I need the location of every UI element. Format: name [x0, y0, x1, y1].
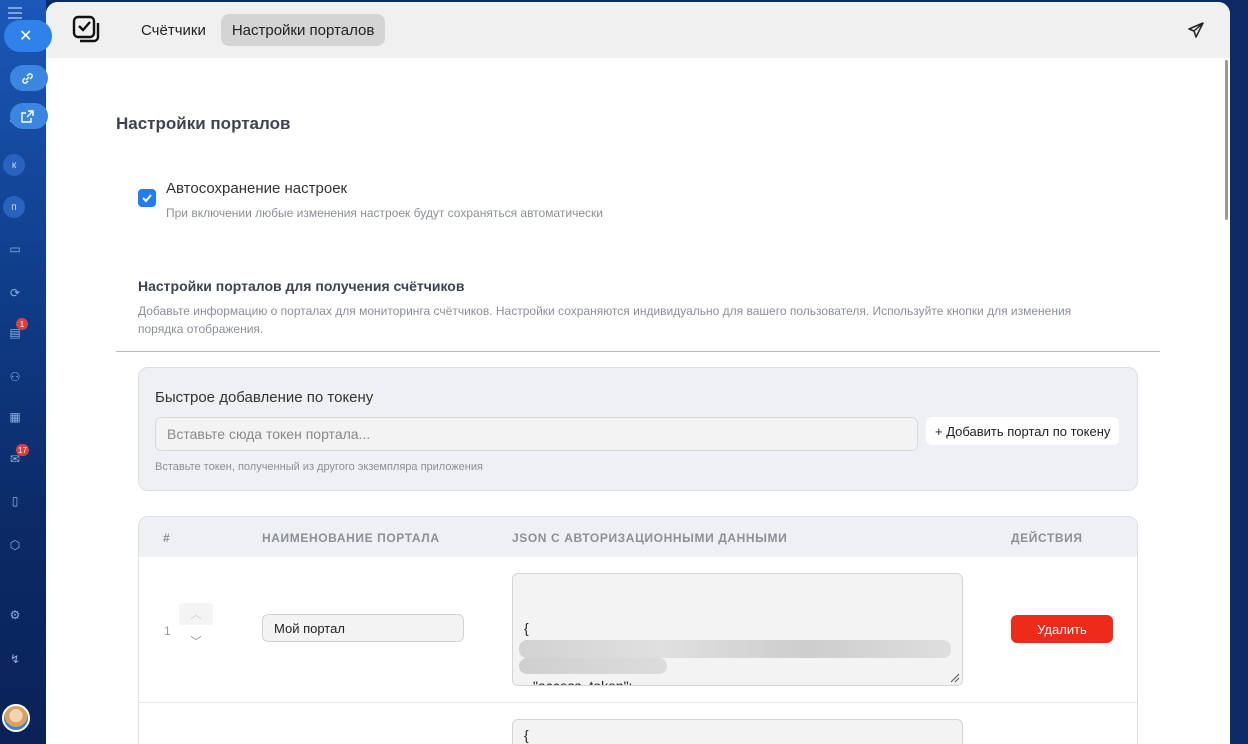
section-title: Настройки порталов для получения счётчик…	[138, 278, 465, 294]
autosave-hint: При включении любые изменения настроек б…	[166, 206, 603, 220]
column-header-actions: ДЕЙСТВИЯ	[1011, 531, 1083, 545]
external-link-icon	[21, 109, 34, 123]
redacted-token	[519, 658, 667, 674]
open-new-window-button[interactable]	[10, 103, 48, 129]
copy-link-button[interactable]	[10, 65, 48, 91]
column-header-name: НАИМЕНОВАНИЕ ПОРТАЛА	[262, 531, 440, 545]
tasks-badge: 1	[16, 318, 28, 330]
quick-add-title: Быстрое добавление по токену	[155, 389, 374, 406]
auth-json-textarea[interactable]: {	[512, 719, 963, 744]
column-header-index: #	[163, 531, 171, 545]
workspace-letter: п	[11, 201, 17, 213]
autosave-checkbox[interactable]	[138, 189, 156, 207]
portal-name-input[interactable]: Мой портал	[262, 614, 464, 642]
close-slider-button[interactable]: ✕	[4, 20, 52, 52]
chevron-up-icon: ︿	[190, 609, 202, 621]
auth-json-textarea[interactable]: { "domain": "advina.bitrix24.ru", "auth_…	[512, 573, 963, 686]
app-window: Счётчики Настройки порталов Настройки по…	[46, 2, 1230, 744]
card-icon[interactable]: ▭	[4, 238, 26, 260]
app-logo-icon	[72, 15, 102, 45]
calendar-icon[interactable]: ▦	[4, 406, 26, 428]
section-description: Добавьте информацию о порталах для монит…	[138, 304, 1072, 336]
table-row: 1 ︿ ﹀ Мой портал { "domain": "advina.bit…	[139, 557, 1137, 703]
resize-handle-icon[interactable]	[950, 673, 960, 683]
link-icon	[22, 72, 33, 84]
document-icon[interactable]: ▯	[4, 490, 26, 512]
workspace-avatar-k[interactable]: к	[3, 154, 25, 176]
settings-icon[interactable]: ⚙	[4, 604, 26, 626]
table-header: # НАИМЕНОВАНИЕ ПОРТАЛА JSON С АВТОРИЗАЦИ…	[139, 517, 1137, 557]
move-down-button[interactable]: ﹀	[179, 631, 213, 651]
token-input[interactable]: Вставьте сюда токен портала...	[155, 417, 918, 451]
page-title: Настройки порталов	[116, 114, 291, 133]
portals-table: # НАИМЕНОВАНИЕ ПОРТАЛА JSON С АВТОРИЗАЦИ…	[138, 516, 1138, 744]
autosave-label[interactable]: Автосохранение настроек	[166, 180, 347, 197]
user-avatar[interactable]	[2, 704, 30, 732]
redacted-token	[519, 640, 951, 658]
send-icon[interactable]	[1188, 22, 1204, 38]
column-header-json: JSON С АВТОРИЗАЦИОННЫМИ ДАННЫМИ	[512, 531, 788, 545]
contacts-icon[interactable]: ⚇	[4, 366, 26, 388]
sync-icon[interactable]: ⟳	[4, 282, 26, 304]
top-bar: Счётчики Настройки порталов	[46, 2, 1230, 58]
tab-counters[interactable]: Счётчики	[130, 14, 217, 46]
hexagon-icon[interactable]: ⬡	[4, 534, 26, 556]
mail-badge: 17	[16, 444, 29, 456]
delete-button[interactable]: Удалить	[1011, 615, 1113, 643]
scrollbar[interactable]	[1225, 60, 1228, 220]
workspace-letter: к	[11, 159, 17, 171]
add-portal-by-token-button[interactable]: + Добавить портал по токену	[926, 417, 1120, 445]
row-index: 1	[164, 624, 171, 638]
chevron-down-icon: ﹀	[190, 636, 202, 648]
quick-add-card: Быстрое добавление по токену Вставьте сю…	[138, 367, 1138, 491]
divider	[116, 351, 1160, 352]
move-up-button[interactable]: ︿	[179, 603, 213, 625]
workspace-avatar-p[interactable]: п	[3, 196, 25, 218]
quick-add-hint: Вставьте токен, полученный из другого эк…	[155, 461, 483, 473]
json-text: {	[524, 727, 529, 743]
close-icon: ✕	[19, 28, 33, 45]
tab-portal-settings[interactable]: Настройки порталов	[220, 14, 386, 46]
flash-icon[interactable]: ↯	[4, 648, 26, 670]
json-text-tail: "access_token":	[533, 678, 633, 686]
